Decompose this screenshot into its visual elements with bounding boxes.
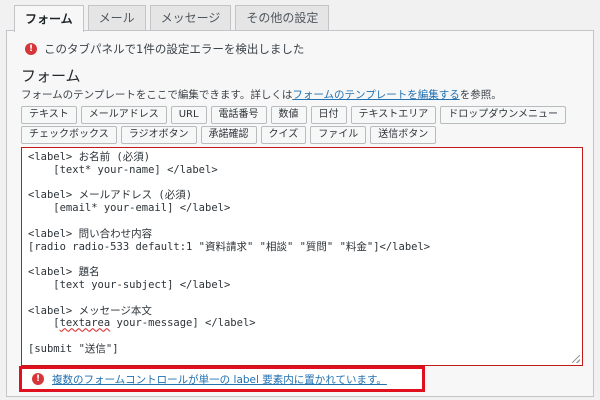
panel-error-notice: ! このタブパネルで1件の設定エラーを検出しました: [25, 41, 304, 57]
config-error-highlight: ! 複数のフォームコントロールが単一の label 要素内に置かれています。: [19, 366, 425, 392]
editor-line: <label> メールアドレス (必須): [28, 189, 193, 202]
tag-button-checkbox[interactable]: チェックボックス: [21, 126, 117, 144]
editor-line: <label> お名前 (必須): [28, 151, 151, 163]
editor-line: <label> 問い合わせ内容: [28, 227, 153, 240]
form-template-editor[interactable]: <label> お名前 (必須) [text* your-name] </lab…: [21, 147, 583, 366]
editor-line: [text* your-name] </label>: [28, 163, 218, 176]
description-suffix: を参照。: [459, 89, 502, 101]
tag-button-acceptance[interactable]: 承諾確認: [200, 126, 257, 144]
tag-generator-row-1: テキスト メールアドレス URL 電話番号 数値 日付 テキストエリア ドロップ…: [21, 106, 566, 124]
editor-line: <label> 題名: [28, 266, 100, 279]
spellcheck-marker: textarea: [59, 317, 111, 330]
config-error-link[interactable]: 複数のフォームコントロールが単一の label 要素内に置かれています。: [52, 372, 387, 387]
form-panel: ! このタブパネルで1件の設定エラーを検出しました フォーム フォームのテンプレ…: [6, 30, 594, 397]
tag-button-text[interactable]: テキスト: [21, 106, 77, 124]
tab-messages[interactable]: メッセージ: [149, 5, 232, 31]
tag-button-dropdown[interactable]: ドロップダウンメニュー: [440, 106, 566, 124]
tag-generator-row-2: チェックボックス ラジオボタン 承諾確認 クイズ ファイル 送信ボタン: [21, 126, 437, 144]
editor-line: [submit "送信"]: [28, 342, 119, 355]
error-icon: !: [32, 373, 44, 385]
panel-description: フォームのテンプレートをここで編集できます。詳しくはフォームのテンプレートを編集…: [21, 87, 502, 102]
tag-button-tel[interactable]: 電話番号: [210, 106, 267, 124]
panel-title: フォーム: [21, 67, 81, 85]
tag-button-textarea[interactable]: テキストエリア: [350, 106, 437, 124]
editor-line: [text your-subject] </label>: [28, 278, 231, 291]
tag-button-number[interactable]: 数値: [270, 106, 307, 124]
editor-line-misspelled: [textarea your-message] </label>: [28, 317, 256, 330]
tag-button-quiz[interactable]: クイズ: [260, 126, 307, 144]
error-icon: !: [25, 43, 37, 55]
resize-handle-icon[interactable]: [572, 355, 580, 363]
tag-button-date[interactable]: 日付: [310, 106, 347, 124]
editor-line: [email* your-email] </label>: [28, 202, 231, 215]
tab-additional-settings[interactable]: その他の設定: [235, 5, 330, 31]
panel-error-text: このタブパネルで1件の設定エラーを検出しました: [44, 42, 305, 56]
tab-form[interactable]: フォーム: [14, 5, 84, 32]
tag-button-submit[interactable]: 送信ボタン: [370, 126, 437, 144]
tag-button-radio[interactable]: ラジオボタン: [120, 126, 197, 144]
edit-template-link[interactable]: フォームのテンプレートを編集する: [292, 89, 459, 101]
editor-line: [radio radio-533 default:1 "資料請求" "相談" "…: [28, 240, 431, 253]
tag-button-file[interactable]: ファイル: [310, 126, 367, 144]
tab-mail[interactable]: メール: [87, 5, 146, 31]
tag-button-email[interactable]: メールアドレス: [80, 106, 167, 124]
tag-button-url[interactable]: URL: [170, 106, 207, 124]
tab-bar: フォーム メール メッセージ その他の設定: [14, 5, 330, 32]
description-text: フォームのテンプレートをここで編集できます。詳しくは: [21, 89, 293, 101]
editor-line: <label> メッセージ本文: [28, 304, 152, 317]
